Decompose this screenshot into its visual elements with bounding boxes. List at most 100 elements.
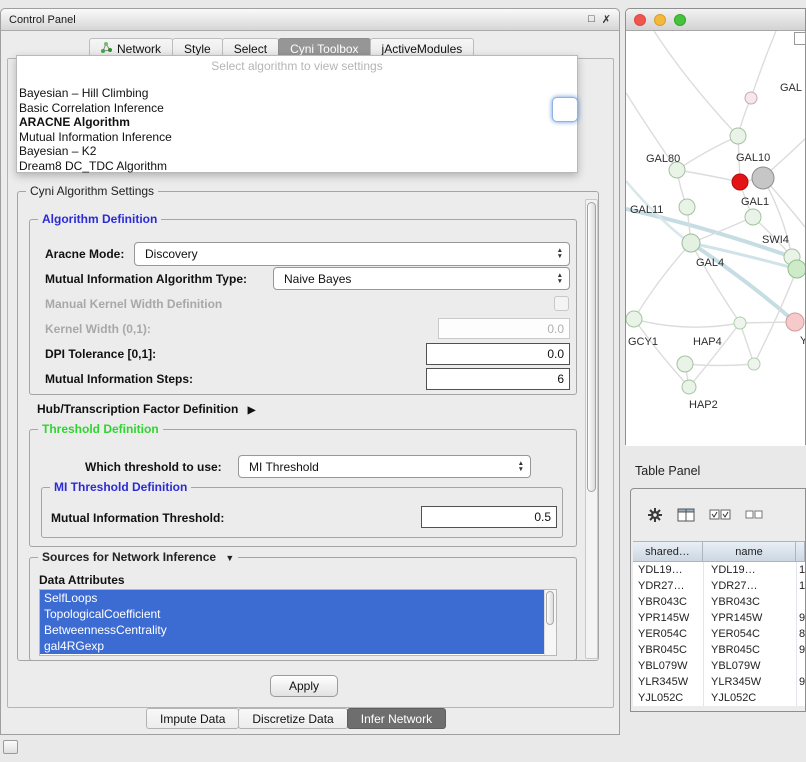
minimized-panel-icon[interactable] [3, 740, 18, 754]
collapse-arrow-icon[interactable]: ▼ [225, 553, 234, 563]
mi-threshold-field[interactable]: 0.5 [421, 506, 557, 528]
table-row[interactable]: YPR145WYPR145W9. [633, 610, 805, 626]
table-cell[interactable]: YDL19… [633, 562, 703, 578]
algorithm-option[interactable]: Dream8 DC_TDC Algorithm [19, 159, 577, 174]
manual-kernel-width-checkbox[interactable] [554, 296, 569, 311]
network-node-GAL11[interactable] [679, 199, 695, 215]
network-node-pink-right[interactable] [786, 313, 804, 331]
table-cell[interactable]: YJL052C [633, 690, 703, 706]
expand-arrow-icon[interactable]: ▶ [248, 405, 256, 416]
which-threshold-select[interactable]: MI Threshold ▲▼ [238, 455, 531, 478]
table-cell[interactable]: YBL079W [633, 658, 703, 674]
table-row[interactable]: YDL19…YDL19…13 [633, 562, 805, 578]
table-row[interactable]: YJL052CYJL052C [633, 690, 805, 706]
aracne-mode-select[interactable]: Discovery ▲▼ [134, 242, 570, 266]
table-cell[interactable]: YDR27… [703, 578, 796, 594]
table-cell[interactable]: YLR345W [703, 674, 796, 690]
network-node-GCY1[interactable] [626, 311, 642, 327]
table-cell[interactable]: 9. [796, 642, 805, 658]
scrollbar-thumb[interactable] [587, 202, 596, 492]
network-node-green-top[interactable] [730, 128, 746, 144]
table-cell[interactable] [796, 658, 805, 674]
data-attributes-items: SelfLoopsTopologicalCoefficientBetweenne… [40, 590, 556, 654]
network-node-small-bottom[interactable] [748, 358, 760, 370]
close-window-icon[interactable]: ✗ [602, 13, 611, 26]
table-cell[interactable]: YDL19… [703, 562, 796, 578]
network-node-HAP2[interactable] [682, 380, 696, 394]
table-row[interactable]: YLR345WYLR345W9. [633, 674, 805, 690]
table-cell[interactable]: 8. [796, 626, 805, 642]
data-attribute-item[interactable]: SelfLoops [40, 590, 544, 606]
table-cell[interactable]: YBR043C [703, 594, 796, 610]
column-header-shared-name[interactable]: shared… [633, 541, 703, 562]
table-row[interactable]: YBR045CYBR045C9. [633, 642, 805, 658]
table-cell[interactable]: 9. [796, 674, 805, 690]
network-canvas-svg[interactable]: GALGAL80GAL10GAL11GAL1SWI4GAL4GCY1HAP4HA… [626, 31, 805, 446]
table-cell[interactable] [796, 594, 805, 610]
table-cell[interactable]: 9. [796, 610, 805, 626]
table-cell[interactable]: YPR145W [633, 610, 703, 626]
table-cell[interactable]: YBR043C [633, 594, 703, 610]
data-attribute-item[interactable]: TopologicalCoefficient [40, 606, 544, 622]
table-row[interactable]: YER054CYER054C8. [633, 626, 805, 642]
deselect-all-icon[interactable] [745, 510, 763, 520]
float-window-icon[interactable]: □ [588, 13, 595, 26]
table-row[interactable]: YBL079WYBL079W [633, 658, 805, 674]
mi-steps-field[interactable]: 6 [426, 368, 570, 390]
birdseye-box[interactable] [794, 32, 806, 45]
table-row[interactable]: YBR043CYBR043C [633, 594, 805, 610]
table-row[interactable]: YDR27…YDR27…12 [633, 578, 805, 594]
tab-infer-network[interactable]: Infer Network [347, 708, 446, 729]
sources-group-title[interactable]: Sources for Network Inference ▼ [38, 550, 238, 564]
data-attribute-item[interactable]: gal4RGexp [40, 638, 544, 654]
table-cell[interactable]: YBL079W [703, 658, 796, 674]
select-all-icon[interactable] [709, 509, 731, 521]
tab-discretize-data[interactable]: Discretize Data [238, 708, 347, 729]
column-header-name[interactable]: name [703, 541, 796, 562]
tab-impute-data[interactable]: Impute Data [146, 708, 239, 729]
table-cell[interactable]: YJL052C [703, 690, 796, 706]
columns-icon[interactable] [677, 508, 695, 522]
control-panel-titlebar[interactable]: Control Panel □ ✗ [1, 9, 619, 31]
network-node-GAL4[interactable] [682, 234, 700, 252]
table-cell[interactable]: YER054C [703, 626, 796, 642]
network-node-GAL1[interactable] [745, 209, 761, 225]
algorithm-option[interactable]: Bayesian – Hill Climbing [19, 86, 577, 101]
algorithm-combobox-focused[interactable] [552, 97, 578, 122]
table-cell[interactable] [796, 690, 805, 706]
column-header-extra[interactable] [796, 541, 805, 562]
minimize-traffic-light-icon[interactable] [654, 14, 666, 26]
algorithm-option[interactable]: Mutual Information Inference [19, 130, 577, 145]
table-cell[interactable]: YPR145W [703, 610, 796, 626]
settings-scrollbar[interactable] [585, 199, 598, 659]
zoom-traffic-light-icon[interactable] [674, 14, 686, 26]
dpi-tolerance-field[interactable]: 0.0 [426, 343, 570, 365]
data-attributes-list[interactable]: SelfLoopsTopologicalCoefficientBetweenne… [39, 589, 557, 656]
table-cell[interactable]: YDR27… [633, 578, 703, 594]
mi-algorithm-type-select[interactable]: Naive Bayes ▲▼ [273, 267, 570, 290]
table-cell[interactable]: YBR045C [703, 642, 796, 658]
algorithm-option[interactable]: ARACNE Algorithm [19, 115, 577, 130]
network-node-GAL10[interactable] [752, 167, 774, 189]
data-attribute-item[interactable]: BetweennessCentrality [40, 622, 544, 638]
list-scrollbar[interactable] [544, 590, 556, 655]
network-node-HAP4[interactable] [677, 356, 693, 372]
algorithm-option[interactable]: Bayesian – K2 [19, 144, 577, 159]
apply-button[interactable]: Apply [270, 675, 338, 697]
table-cell[interactable]: YLR345W [633, 674, 703, 690]
network-node-red-node[interactable] [732, 174, 748, 190]
table-cell[interactable]: 13 [796, 562, 805, 578]
network-window-titlebar[interactable] [626, 9, 805, 31]
network-node-small-mid[interactable] [734, 317, 746, 329]
algorithm-option[interactable]: Basic Correlation Inference [19, 101, 577, 116]
kernel-width-field[interactable]: 0.0 [438, 318, 570, 339]
table-cell[interactable]: YBR045C [633, 642, 703, 658]
table-cell[interactable]: YER054C [633, 626, 703, 642]
hub-section-toggle[interactable]: Hub/Transcription Factor Definition ▶ [37, 402, 255, 416]
gear-icon[interactable] [647, 507, 663, 523]
table-cell[interactable]: 12 [796, 578, 805, 594]
close-traffic-light-icon[interactable] [634, 14, 646, 26]
network-node-pink-top[interactable] [745, 92, 757, 104]
network-node-green-right[interactable] [788, 260, 805, 278]
scrollbar-thumb[interactable] [546, 591, 554, 625]
